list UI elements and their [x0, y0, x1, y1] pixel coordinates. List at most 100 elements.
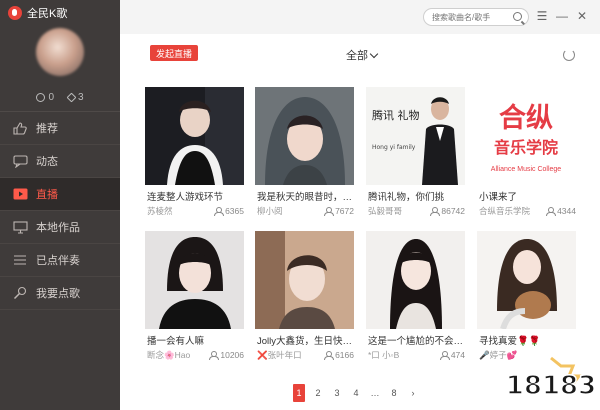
viewer-count: 10206 — [209, 349, 244, 361]
card-title: 播一会有人嘛 — [147, 336, 205, 347]
card-meta: *口 小◦B 474 — [368, 349, 465, 361]
poster-text: 腾讯 礼物 — [372, 108, 420, 122]
page-3[interactable]: 3 — [331, 384, 343, 402]
viewer-count: 86742 — [430, 205, 465, 217]
live-thumbnail — [145, 87, 244, 185]
host-name: 断念🌸Hao — [147, 350, 191, 360]
app-logo-icon — [8, 6, 22, 20]
live-thumbnail — [366, 231, 465, 329]
menu-button[interactable]: ☰ — [535, 9, 549, 23]
host-name: 弘毅哥哥 — [368, 206, 403, 216]
brand-tile-english: Alliance Music College — [491, 166, 562, 173]
live-card[interactable]: 连麦整人游戏环节 苏棱然 6365 — [145, 87, 244, 225]
chevron-down-icon — [369, 49, 379, 58]
viewer-count: 474 — [439, 349, 465, 361]
live-card[interactable]: 合纵 音乐学院 Alliance Music College 小课来了 合纵音乐… — [477, 87, 576, 225]
profile-stats: 0 3 — [0, 88, 120, 106]
next-page-button[interactable]: › — [407, 384, 419, 402]
host-name: *口 小◦B — [368, 350, 400, 360]
stat-b[interactable]: 3 — [66, 88, 84, 106]
live-card[interactable]: 寻找真爱🌹🌹 🎤婷子💕 — [477, 231, 576, 369]
host-name: ❌张叶年口 — [257, 350, 302, 360]
card-meta: 断念🌸Hao 10206 — [147, 349, 244, 361]
watermark-logo: 18183 — [505, 354, 597, 404]
sidebar: 全民K歌 0 3 推荐 动态 直播 本地作品 已点伴奏 我要点歌 — [0, 0, 120, 410]
coin-icon — [36, 92, 46, 102]
page-4[interactable]: 4 — [350, 384, 362, 402]
card-meta: 苏棱然 6365 — [147, 205, 244, 217]
live-thumbnail: 腾讯 礼物 Hong yi family — [366, 87, 465, 185]
sidebar-item-label: 推荐 — [36, 123, 58, 135]
live-card[interactable]: 腾讯 礼物 Hong yi family 腾讯礼物，你们挑 弘毅哥哥 86742 — [366, 87, 465, 225]
card-meta: 合纵音乐学院 4344 — [479, 205, 576, 217]
start-live-button[interactable]: 发起直播 — [150, 45, 198, 61]
close-button[interactable]: ✕ — [575, 9, 589, 23]
profile — [0, 26, 120, 88]
top-bar: ☰ — ✕ — [120, 0, 600, 34]
viewer-count: 7672 — [324, 205, 354, 217]
page-2[interactable]: 2 — [312, 384, 324, 402]
card-title: Jolly大鑫货，生日快… — [257, 336, 353, 347]
live-card[interactable]: 播一会有人嘛 断念🌸Hao 10206 — [145, 231, 244, 369]
sidebar-item-label: 动态 — [36, 156, 58, 168]
sidebar-nav: 推荐 动态 直播 本地作品 已点伴奏 我要点歌 — [0, 112, 120, 310]
refresh-icon[interactable] — [563, 49, 575, 61]
person-icon — [430, 207, 441, 216]
sidebar-item-recommend[interactable]: 推荐 — [0, 112, 120, 145]
person-icon — [324, 351, 335, 360]
live-card[interactable]: 我是秋天的眼昔时，… 柳小阅 7672 — [255, 87, 354, 225]
card-title: 寻找真爱🌹🌹 — [479, 336, 541, 347]
live-thumbnail — [145, 231, 244, 329]
stat-b-value: 3 — [78, 91, 84, 103]
page-1[interactable]: 1 — [293, 384, 305, 402]
page-ellipsis: … — [370, 388, 380, 398]
stat-a[interactable]: 0 — [36, 88, 54, 106]
card-title: 这是一个尴尬的不会… — [368, 336, 464, 347]
sidebar-item-label: 已点伴奏 — [36, 255, 80, 267]
sidebar-item-live[interactable]: 直播 — [0, 178, 120, 211]
host-name: 柳小阅 — [257, 206, 283, 216]
app-brand: 全民K歌 — [0, 0, 120, 26]
flower-icon — [66, 92, 77, 102]
viewer-count-value: 10206 — [220, 350, 244, 360]
live-card[interactable]: Jolly大鑫货，生日快… ❌张叶年口 6166 — [255, 231, 354, 369]
card-title: 小课来了 — [479, 192, 518, 203]
live-thumbnail — [477, 231, 576, 329]
sidebar-item-queued[interactable]: 已点伴奏 — [0, 244, 120, 277]
person-icon — [439, 351, 450, 360]
search-input[interactable] — [424, 9, 504, 26]
filter-label: 全部 — [346, 50, 368, 62]
person-icon — [546, 207, 557, 216]
card-meta: 柳小阅 7672 — [257, 205, 354, 217]
live-card[interactable]: 这是一个尴尬的不会… *口 小◦B 474 — [366, 231, 465, 369]
card-title: 我是秋天的眼昔时，… — [257, 192, 353, 203]
sidebar-item-label: 本地作品 — [36, 222, 80, 234]
thumbs-up-icon — [12, 121, 28, 135]
search-icon[interactable] — [513, 12, 522, 21]
page-8[interactable]: 8 — [388, 384, 400, 402]
list-icon — [12, 253, 28, 267]
chat-icon — [12, 154, 28, 168]
sidebar-item-request-song[interactable]: 我要点歌 — [0, 277, 120, 310]
viewer-count-value: 86742 — [441, 206, 465, 216]
brand-tile-subtitle: 音乐学院 — [494, 138, 558, 157]
person-icon — [209, 351, 220, 360]
sidebar-item-label: 直播 — [36, 189, 58, 201]
minimize-button[interactable]: — — [555, 9, 569, 23]
viewer-count-value: 6365 — [225, 206, 244, 216]
live-thumbnail — [255, 231, 354, 329]
watermark-text: 18183 — [508, 371, 594, 401]
pagination: 1 2 3 4 … 8 › — [293, 384, 419, 402]
live-thumbnail — [255, 87, 354, 185]
mic-icon — [12, 286, 28, 300]
card-title: 连麦整人游戏环节 — [147, 192, 224, 203]
monitor-icon — [12, 220, 28, 234]
app-title: 全民K歌 — [27, 8, 68, 20]
avatar[interactable] — [36, 28, 84, 76]
card-meta: ❌张叶年口 6166 — [257, 349, 354, 361]
category-filter[interactable]: 全部 — [346, 47, 379, 63]
live-thumbnail: 合纵 音乐学院 Alliance Music College — [477, 87, 576, 185]
person-icon — [324, 207, 335, 216]
sidebar-item-feed[interactable]: 动态 — [0, 145, 120, 178]
sidebar-item-local-works[interactable]: 本地作品 — [0, 211, 120, 244]
